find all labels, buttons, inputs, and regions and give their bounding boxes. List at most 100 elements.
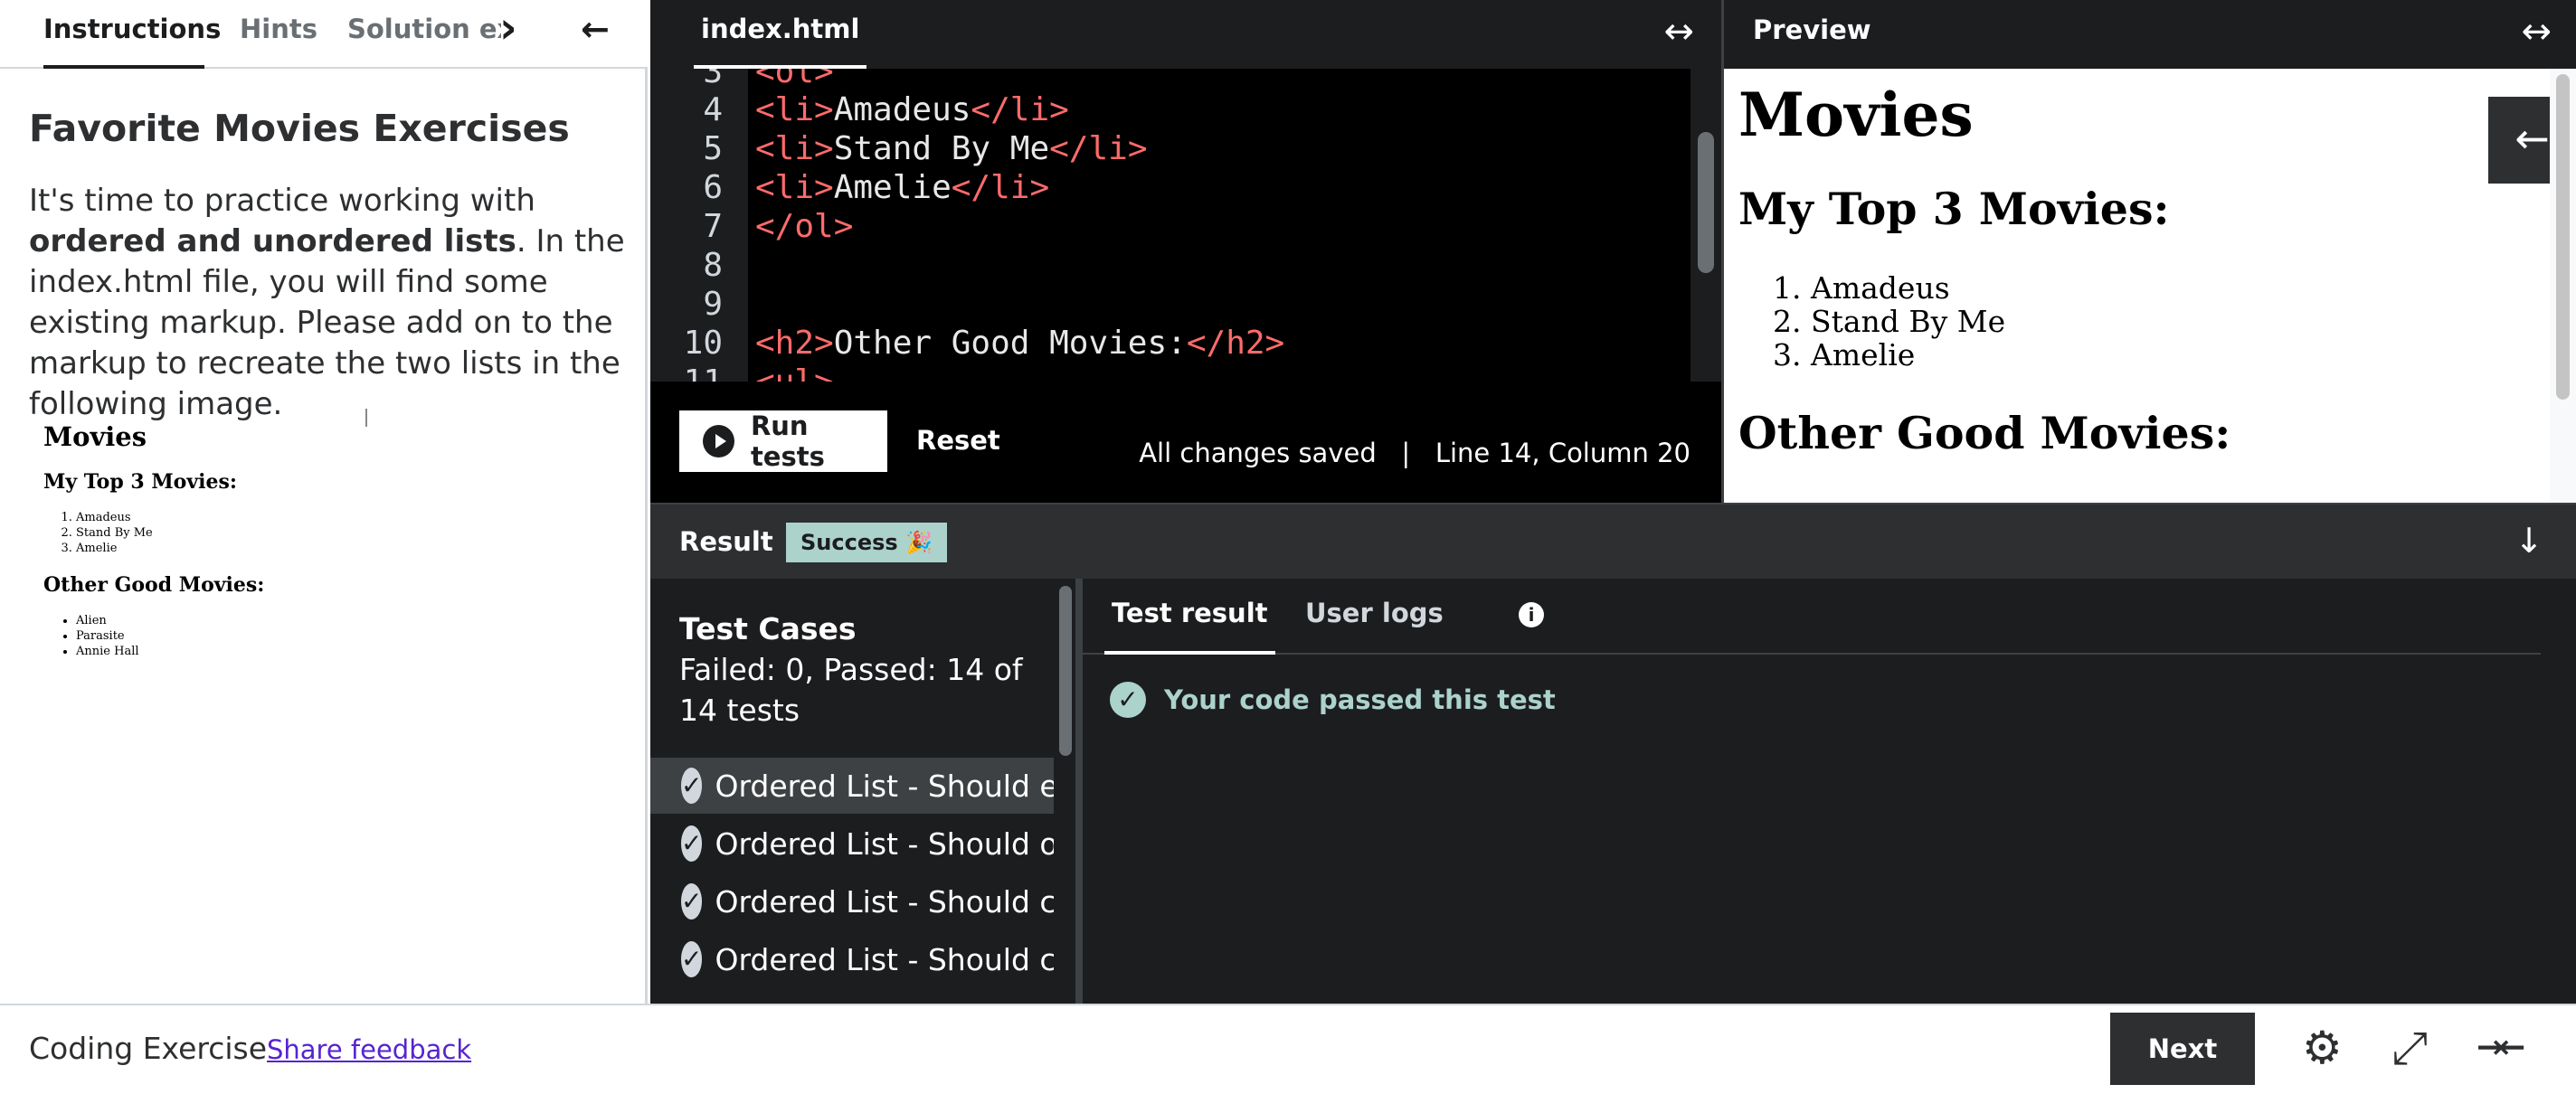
tab-test-result[interactable]: Test result xyxy=(1104,579,1275,655)
code-text: Stand By Me xyxy=(833,130,1050,167)
test-summary: Failed: 0, Passed: 14 of 14 tests xyxy=(679,652,1023,728)
test-cases-scrollbar-thumb[interactable] xyxy=(1059,586,1072,756)
result-label: Result xyxy=(679,526,773,557)
expand-horizontal-icon[interactable]: ↔ xyxy=(1663,11,1694,52)
editor-header: index.html ↔ xyxy=(650,0,1721,69)
result-header: Result Success 🎉 ↓ xyxy=(650,503,2576,579)
line-number: 11 xyxy=(650,363,723,382)
panel-divider[interactable] xyxy=(1075,579,1083,1004)
preview-scrollbar[interactable] xyxy=(2550,69,2576,503)
expand-horizontal-icon[interactable]: ↔ xyxy=(2521,11,2552,52)
test-case-label: Ordered List - Should or xyxy=(715,825,1054,862)
line-number: 9 xyxy=(703,286,723,323)
sample-h2-top: My Top 3 Movies: xyxy=(43,470,237,494)
sample-ol-item: Amadeus xyxy=(76,510,153,525)
check-circle-icon: ✓ xyxy=(681,883,703,920)
test-case-item[interactable]: ✓ Ordered List - Should co xyxy=(650,873,1054,929)
instructions-panel: Instructions Hints Solution exp › ← Favo… xyxy=(0,0,648,1004)
preview-content: Movies My Top 3 Movies: Amadeus Stand By… xyxy=(1738,69,2543,503)
check-circle-icon: ✓ xyxy=(681,825,703,862)
editor-scrollbar-thumb[interactable] xyxy=(1698,132,1714,273)
editor-scrollbar[interactable] xyxy=(1690,69,1721,382)
code-text: Amadeus xyxy=(833,91,971,128)
tab-index-html[interactable]: index.html xyxy=(694,0,867,69)
code-tag-open: <li> xyxy=(755,169,834,206)
run-tests-label: Run tests xyxy=(750,410,825,472)
result-panel: Result Success 🎉 ↓ Test Cases Failed: 0,… xyxy=(650,503,2576,1004)
sample-image: Movies My Top 3 Movies: Amadeus Stand By… xyxy=(25,409,405,680)
test-case-item[interactable]: ✓ Ordered List - Should ex xyxy=(650,758,1054,814)
info-icon[interactable]: i xyxy=(1519,602,1544,627)
line-number: 8 xyxy=(703,247,723,284)
code-area[interactable]: 3 <ol> 4 <li>Amadeus</li> 5 <li>Stand By Me… xyxy=(650,69,1690,382)
collapse-panels-icon[interactable]: →← xyxy=(2477,1029,2525,1066)
panel-tabs: Instructions Hints Solution exp › ← xyxy=(0,0,648,69)
preview-ol-item: Amelie xyxy=(1811,338,2005,372)
gear-icon[interactable]: ⚙ xyxy=(2302,1022,2343,1074)
next-button[interactable]: Next xyxy=(2110,1013,2255,1085)
status-separator: | xyxy=(1401,438,1411,468)
check-circle-icon: ✓ xyxy=(681,941,703,977)
description-bold: ordered and unordered lists xyxy=(29,223,516,259)
test-case-item[interactable]: ✓ Ordered List - Should co xyxy=(650,931,1054,987)
description-intro: It's time to practice working with xyxy=(29,183,535,219)
exercise-description: It's time to practice working with order… xyxy=(29,181,626,425)
check-circle-icon: ✓ xyxy=(1110,682,1146,718)
preview-panel: Preview ↔ Movies My Top 3 Movies: Amadeu… xyxy=(1721,0,2576,503)
coding-exercise-label: Coding Exercise xyxy=(29,1031,268,1066)
sample-h1: Movies xyxy=(43,421,147,452)
test-cases-title: Test Cases xyxy=(679,611,857,646)
play-icon xyxy=(703,425,734,457)
preview-h2-other: Other Good Movies: xyxy=(1738,407,2231,459)
code-text: Other Good Movies: xyxy=(833,325,1187,362)
sample-h2-other: Other Good Movies: xyxy=(43,573,265,597)
tab-user-logs[interactable]: User logs xyxy=(1305,579,1444,655)
code-tag-close: </h2> xyxy=(1186,325,1285,362)
preview-scrollbar-thumb[interactable] xyxy=(2556,74,2570,400)
test-detail-panel: Test result User logs i ✓ Your code pass… xyxy=(1083,579,2576,1004)
exercise-title: Favorite Movies Exercises xyxy=(29,107,570,150)
preview-h1: Movies xyxy=(1738,80,1974,150)
sample-ol-item: Stand By Me xyxy=(76,525,153,541)
tab-solution-explanation[interactable]: Solution exp xyxy=(347,0,501,69)
editor-status: All changes saved | Line 14, Column 20 xyxy=(1139,438,1690,468)
line-number: 10 xyxy=(683,325,723,362)
cursor-position: Line 14, Column 20 xyxy=(1435,438,1690,468)
code-tag-close: </li> xyxy=(951,169,1050,206)
test-pass-message: ✓ Your code passed this test xyxy=(1110,682,1556,718)
save-status: All changes saved xyxy=(1139,438,1377,468)
chevron-right-icon[interactable]: › xyxy=(499,0,517,69)
sample-ordered-list: Amadeus Stand By Me Amelie xyxy=(76,510,153,556)
code-tag-close: </li> xyxy=(1049,130,1148,167)
line-number: 3 xyxy=(703,69,723,90)
test-cases-panel: Test Cases Failed: 0, Passed: 14 of 14 t… xyxy=(650,579,1075,1004)
test-case-item[interactable]: ✓ Ordered List - Should or xyxy=(650,816,1054,872)
sample-divider xyxy=(365,409,367,427)
detail-tabs: Test result User logs i xyxy=(1083,579,2541,655)
check-circle-icon: ✓ xyxy=(681,768,703,804)
tab-instructions[interactable]: Instructions xyxy=(43,0,221,69)
code-tag-close: </li> xyxy=(971,91,1069,128)
sample-ul-item: Alien xyxy=(76,613,139,628)
test-case-label: Ordered List - Should ex xyxy=(715,768,1054,804)
preview-header: Preview ↔ xyxy=(1724,0,2576,69)
reset-button[interactable]: Reset xyxy=(916,425,1000,456)
preview-h2-top: My Top 3 Movies: xyxy=(1738,183,2170,235)
arrow-down-icon[interactable]: ↓ xyxy=(2514,521,2543,561)
share-feedback-link[interactable]: Share feedback xyxy=(267,1034,471,1065)
pass-message-text: Your code passed this test xyxy=(1164,684,1556,715)
line-number: 4 xyxy=(703,91,723,128)
sample-ul-item: Annie Hall xyxy=(76,644,139,659)
preview-ol-item: Stand By Me xyxy=(1811,305,2005,338)
arrow-left-icon[interactable]: ← xyxy=(581,0,610,69)
editor-toolbar: Run tests Reset All changes saved | Line… xyxy=(650,382,1721,503)
success-badge: Success 🎉 xyxy=(786,523,947,562)
preview-ol-item: Amadeus xyxy=(1811,271,2005,305)
code-tag-open: <li> xyxy=(755,130,834,167)
tab-hints[interactable]: Hints xyxy=(240,0,317,69)
sample-ul-item: Parasite xyxy=(76,628,139,644)
fullscreen-icon[interactable]: ⤢ xyxy=(2391,1022,2428,1075)
run-tests-button[interactable]: Run tests xyxy=(679,410,887,472)
code-text: Amelie xyxy=(833,169,952,206)
preview-label: Preview xyxy=(1753,14,1871,45)
